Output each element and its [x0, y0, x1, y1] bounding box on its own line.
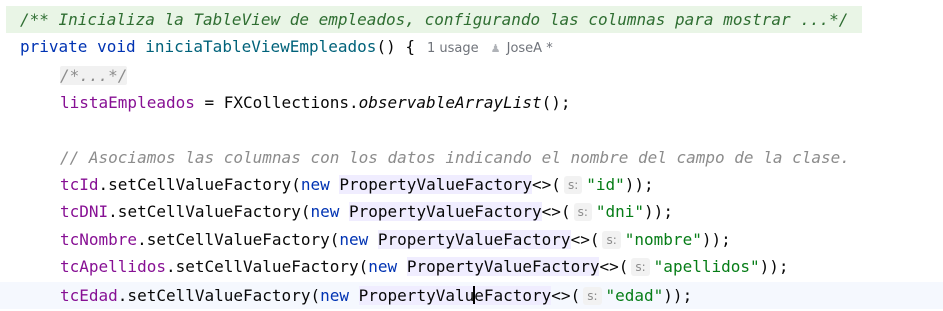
- factory-line-nombre[interactable]: tcNombre.setCellValueFactory(new Propert…: [60, 226, 731, 253]
- folded-comment[interactable]: /*...*/: [60, 66, 128, 85]
- assign-mid: = FXCollections.: [194, 93, 359, 112]
- doc-comment-line[interactable]: /** Inicializa la TableView de empleados…: [6, 6, 863, 33]
- diamond: <>(: [551, 286, 581, 305]
- setter-call: .setCellValueFactory(: [108, 202, 311, 221]
- close-paren: ));: [701, 230, 731, 249]
- type-name: PropertyValueFactory: [339, 175, 533, 194]
- type-name: PropertyValueFactory: [377, 230, 571, 249]
- setter-call: .setCellValueFactory(: [117, 286, 321, 305]
- field-tcNombre: tcNombre: [60, 230, 138, 249]
- code-editor[interactable]: /** Inicializa la TableView de empleados…: [0, 0, 943, 311]
- field-tcApellidos: tcApellidos: [60, 257, 166, 276]
- line-comment[interactable]: // Asociamos las columnas con los datos …: [60, 144, 850, 171]
- type-name-part1: PropertyValu: [358, 286, 475, 305]
- keyword-new: new: [310, 202, 340, 221]
- diamond: <>(: [570, 230, 600, 249]
- author-name: JoseA *: [506, 41, 553, 56]
- close-paren: ));: [644, 202, 673, 221]
- author-hint[interactable]: ♟ JoseA *: [491, 35, 553, 62]
- type-name: PropertyValueFactory: [349, 202, 542, 221]
- keyword-new: new: [320, 286, 349, 305]
- user-icon: ♟: [490, 42, 501, 55]
- string-literal: "edad": [605, 286, 664, 305]
- field-tcId: tcId: [60, 175, 99, 194]
- close-paren: ));: [759, 257, 789, 276]
- folded-comment-line[interactable]: /*...*/: [60, 62, 128, 89]
- assign-end: ();: [541, 93, 571, 112]
- diamond: <>(: [541, 202, 571, 221]
- factory-line-dni[interactable]: tcDNI.setCellValueFactory(new PropertyVa…: [60, 198, 673, 225]
- field-tcDNI: tcDNI: [60, 202, 109, 221]
- static-call-observableArrayList: observableArrayList: [358, 93, 542, 112]
- setter-call: .setCellValueFactory(: [137, 230, 340, 249]
- string-literal: "apellidos": [653, 257, 760, 276]
- signature-rest: () {: [376, 37, 415, 56]
- param-hint: s:: [573, 203, 592, 221]
- param-hint: s:: [583, 287, 602, 305]
- param-hint: s:: [563, 176, 583, 194]
- type-name-part2: eFactory: [474, 286, 552, 305]
- field-tcEdad: tcEdad: [60, 286, 118, 305]
- setter-call: .setCellValueFactory(: [98, 175, 301, 194]
- setter-call: .setCellValueFactory(: [165, 257, 369, 276]
- type-name-with-caret: PropertyValueFactory: [358, 286, 552, 305]
- type-name: PropertyValueFactory: [406, 257, 600, 276]
- string-literal: "nombre": [624, 230, 702, 249]
- diamond: <>(: [532, 175, 561, 194]
- string-literal: "id": [586, 175, 625, 194]
- param-hint: s:: [631, 258, 650, 276]
- string-literal: "dni": [595, 202, 645, 221]
- factory-line-apellidos[interactable]: tcApellidos.setCellValueFactory(new Prop…: [60, 253, 789, 280]
- keyword-new: new: [368, 257, 398, 276]
- factory-line-id[interactable]: tcId.setCellValueFactory(new PropertyVal…: [60, 171, 654, 198]
- param-hint: s:: [602, 231, 621, 249]
- keyword-private: private: [20, 37, 88, 56]
- field-listaEmpleados: listaEmpleados: [60, 93, 195, 112]
- usages-hint[interactable]: 1 usage: [427, 35, 479, 62]
- keyword-new: new: [339, 230, 369, 249]
- keyword-void: void: [97, 37, 136, 56]
- method-signature-line[interactable]: private void iniciaTableViewEmpleados() …: [20, 33, 553, 60]
- close-paren: ));: [663, 286, 693, 305]
- method-name[interactable]: iniciaTableViewEmpleados: [145, 37, 376, 56]
- diamond: <>(: [599, 257, 629, 276]
- factory-line-edad[interactable]: tcEdad.setCellValueFactory(new PropertyV…: [60, 282, 692, 309]
- assign-line[interactable]: listaEmpleados = FXCollections.observabl…: [60, 89, 571, 116]
- close-paren: ));: [624, 175, 654, 194]
- keyword-new: new: [300, 175, 330, 194]
